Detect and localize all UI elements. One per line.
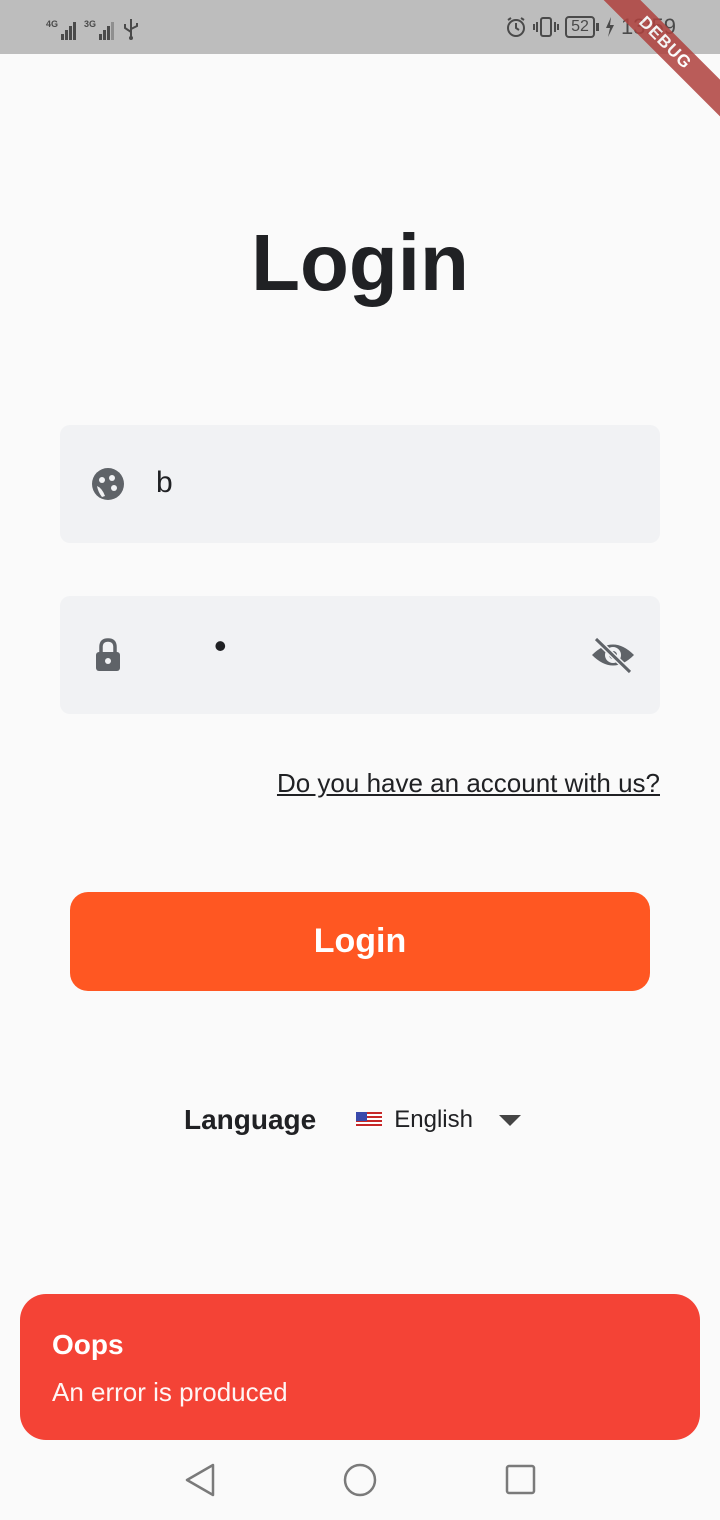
network-type-2: 3G bbox=[84, 19, 97, 29]
lock-icon bbox=[96, 638, 120, 671]
signal-icon: 4G bbox=[46, 18, 77, 40]
password-field[interactable]: • bbox=[60, 596, 660, 714]
language-selected: English bbox=[394, 1106, 473, 1133]
snackbar-message: An error is produced bbox=[52, 1377, 288, 1407]
account-link[interactable]: Do you have an account with us? bbox=[277, 766, 660, 800]
status-left: 4G 3G bbox=[46, 12, 140, 40]
face-icon bbox=[92, 468, 124, 500]
home-icon[interactable] bbox=[340, 1462, 380, 1498]
system-nav-bar bbox=[0, 1440, 720, 1520]
language-dropdown[interactable]: English bbox=[356, 1106, 521, 1134]
page-title: Login bbox=[251, 218, 469, 307]
snackbar-title: Oops bbox=[52, 1329, 124, 1360]
usb-icon bbox=[124, 19, 139, 40]
vibrate-icon bbox=[533, 17, 560, 37]
dropdown-arrow-icon bbox=[498, 1114, 521, 1126]
battery-level: 52 bbox=[565, 16, 595, 38]
error-snackbar: Oops An error is produced bbox=[20, 1294, 700, 1440]
battery-icon: 52 bbox=[565, 16, 599, 38]
login-button[interactable]: Login bbox=[70, 892, 650, 991]
charging-icon bbox=[605, 17, 614, 37]
us-flag-icon bbox=[356, 1112, 383, 1128]
alarm-icon bbox=[507, 17, 526, 37]
back-icon[interactable] bbox=[180, 1462, 220, 1498]
signal-icon: 3G bbox=[84, 18, 115, 40]
recents-icon[interactable] bbox=[500, 1462, 540, 1498]
visibility-off-icon[interactable] bbox=[590, 636, 636, 674]
network-type-1: 4G bbox=[46, 19, 59, 29]
username-value: b bbox=[156, 466, 173, 499]
language-row: Language English bbox=[184, 1100, 521, 1140]
password-value: • bbox=[214, 625, 227, 666]
language-label: Language bbox=[184, 1104, 317, 1135]
username-field[interactable]: b bbox=[60, 425, 660, 543]
